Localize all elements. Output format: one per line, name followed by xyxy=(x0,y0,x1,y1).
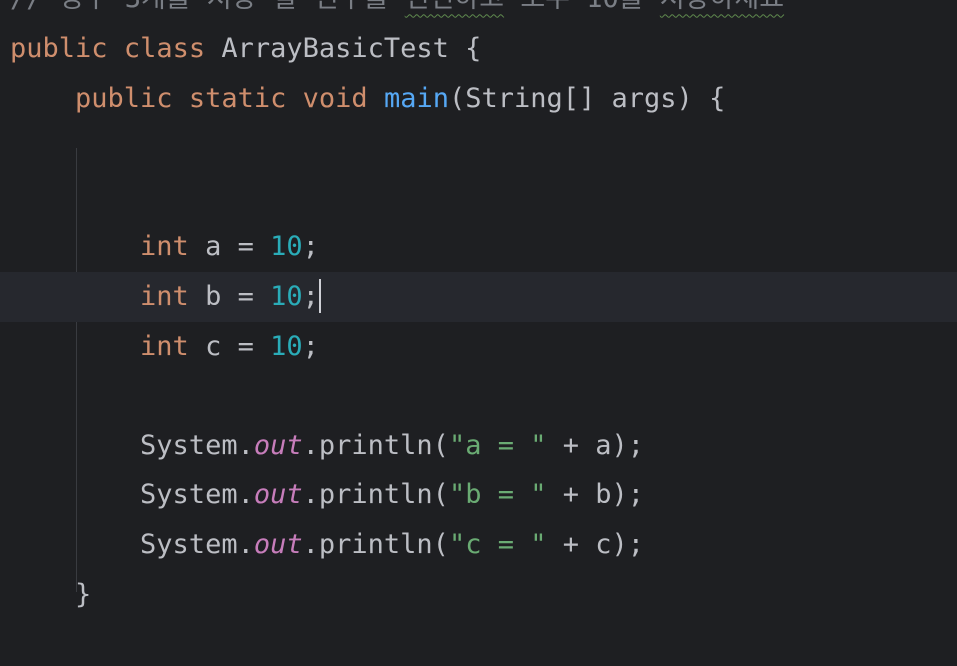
code-line-5[interactable] xyxy=(0,173,957,223)
code-token: 10 xyxy=(270,231,303,263)
code-token: "b = " xyxy=(448,479,547,511)
text-caret xyxy=(318,278,321,313)
code-line-8[interactable]: int c = 10; xyxy=(0,322,957,372)
code-token: ; xyxy=(302,231,319,263)
code-token: out xyxy=(253,429,303,461)
code-token: .println( xyxy=(302,529,449,560)
code-token: "c = " xyxy=(448,529,547,560)
code-token: static xyxy=(188,82,287,114)
code-token: .println( xyxy=(302,429,449,461)
code-line-7[interactable]: int b = 10; xyxy=(0,272,957,322)
code-token: out xyxy=(253,529,303,560)
code-token: 10 xyxy=(270,330,303,362)
code-editor[interactable]: // 정수 3개를 저장 할 변수를 선언하고 모두 10을 저장하세요publ… xyxy=(0,0,957,666)
code-line-10[interactable]: System.out.println("a = " + a); xyxy=(0,421,957,471)
code-token: ; xyxy=(302,330,319,362)
code-token: 모두 10을 xyxy=(504,0,660,14)
code-line-2[interactable]: public class ArrayBasicTest { xyxy=(0,24,957,74)
code-token: int xyxy=(140,330,189,362)
code-line-1[interactable]: // 정수 3개를 저장 할 변수를 선언하고 모두 10을 저장하세요 xyxy=(0,0,957,24)
code-token: int xyxy=(140,231,189,263)
code-token: ; xyxy=(302,281,319,312)
code-token: // 정수 3개를 저장 할 변수를 xyxy=(10,0,405,14)
code-token: public xyxy=(75,82,173,114)
code-line-6[interactable]: int a = 10; xyxy=(0,222,957,272)
code-token: 10 xyxy=(270,281,303,312)
code-line-3[interactable]: public static void main(String[] args) { xyxy=(0,74,957,124)
code-token: main xyxy=(383,82,449,114)
code-token: b = xyxy=(188,281,271,312)
code-token: System. xyxy=(10,529,254,560)
code-line-4[interactable] xyxy=(0,123,957,173)
code-token: System. xyxy=(10,429,254,461)
code-token: .println( xyxy=(302,479,449,511)
code-token: + b); xyxy=(546,479,645,511)
code-token: class xyxy=(123,33,206,64)
code-token: + c); xyxy=(546,529,645,560)
code-token: out xyxy=(253,479,303,511)
code-token: 선언하고 xyxy=(405,0,504,14)
code-token: (String[] args) { xyxy=(448,82,726,114)
code-token: ArrayBasicTest { xyxy=(205,33,482,64)
code-line-12[interactable]: System.out.println("c = " + c); xyxy=(0,520,957,570)
code-line-13[interactable]: } xyxy=(0,570,957,620)
code-token: public xyxy=(10,33,108,64)
code-token: "a = " xyxy=(448,429,547,461)
code-token: System. xyxy=(10,479,254,511)
code-token: int xyxy=(140,281,189,312)
code-token: } xyxy=(10,578,92,610)
code-token: 저장하세요 xyxy=(660,0,784,14)
code-token: void xyxy=(302,82,368,114)
code-line-9[interactable] xyxy=(0,371,957,421)
code-line-11[interactable]: System.out.println("b = " + b); xyxy=(0,470,957,520)
code-token: + a); xyxy=(546,429,645,461)
code-token: c = xyxy=(188,330,271,362)
code-token: a = xyxy=(188,231,271,263)
